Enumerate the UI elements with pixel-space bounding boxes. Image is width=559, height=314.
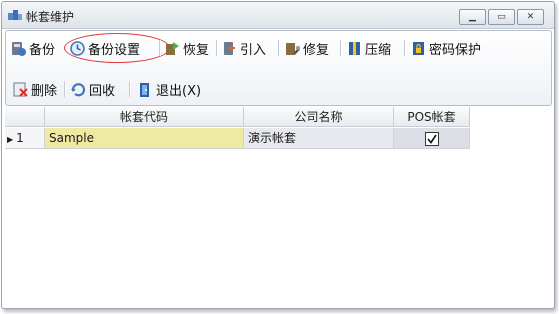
backup-label: 备份 xyxy=(29,42,56,58)
restore-label: 恢复 xyxy=(183,42,210,58)
import-button[interactable]: 引入 xyxy=(221,37,266,59)
row-indicator-header xyxy=(5,107,45,127)
grid-header: 帐套代码 公司名称 POS帐套 xyxy=(5,107,470,127)
delete-label: 删除 xyxy=(31,83,58,99)
toolbar: 备份 备份设置 恢复 引入 修复 压缩 密码保护 删除 回收 退出(X) xyxy=(5,30,552,106)
row-number: 1 xyxy=(16,131,24,145)
delete-icon xyxy=(13,82,28,97)
exit-label: 退出(X) xyxy=(156,83,202,99)
column-header-pos[interactable]: POS帐套 xyxy=(394,107,470,127)
separator xyxy=(216,40,218,56)
import-label: 引入 xyxy=(240,42,267,58)
table-row[interactable]: ▶ 1 Sample 演示帐套 xyxy=(5,128,470,149)
recycle-label: 回收 xyxy=(89,83,116,99)
restore-icon xyxy=(166,41,179,55)
separator xyxy=(129,81,131,97)
cell-pos[interactable] xyxy=(394,128,470,149)
recycle-icon xyxy=(71,82,86,96)
window-title: 帐套维护 xyxy=(26,10,75,24)
checkbox-checked-icon[interactable] xyxy=(424,131,439,146)
password-protect-button[interactable]: 密码保护 xyxy=(410,37,481,59)
delete-button[interactable]: 删除 xyxy=(12,78,57,100)
recycle-button[interactable]: 回收 xyxy=(70,78,115,100)
row-indicator: ▶ 1 xyxy=(5,128,45,149)
separator xyxy=(404,40,406,56)
repair-button[interactable]: 修复 xyxy=(284,37,329,59)
import-icon xyxy=(224,41,235,55)
separator xyxy=(64,81,66,97)
repair-label: 修复 xyxy=(303,42,330,58)
column-header-company[interactable]: 公司名称 xyxy=(244,107,394,127)
compress-label: 压缩 xyxy=(365,42,392,58)
exit-icon xyxy=(140,82,149,97)
repair-icon xyxy=(286,42,300,55)
column-header-code[interactable]: 帐套代码 xyxy=(45,107,244,127)
minimize-button[interactable]: ▁ xyxy=(459,9,486,25)
current-row-arrow-icon: ▶ xyxy=(7,135,14,144)
separator xyxy=(340,40,342,56)
separator xyxy=(278,40,280,56)
title-bar: 帐套维护 ▁ ▭ ✕ xyxy=(2,2,554,29)
highlight-circle xyxy=(64,33,170,63)
account-grid: 帐套代码 公司名称 POS帐套 ▶ 1 Sample 演示帐套 xyxy=(5,107,550,306)
cell-company[interactable]: 演示帐套 xyxy=(244,128,394,149)
compress-button[interactable]: 压缩 xyxy=(346,37,391,59)
account-maintenance-window: 帐套维护 ▁ ▭ ✕ 备份 备份设置 恢复 引入 修复 压缩 密码保护 删除 回… xyxy=(1,1,555,309)
password-protect-label: 密码保护 xyxy=(429,42,482,58)
exit-button[interactable]: 退出(X) xyxy=(137,78,201,100)
backup-button[interactable]: 备份 xyxy=(10,37,55,59)
close-button[interactable]: ✕ xyxy=(517,9,544,25)
maximize-button[interactable]: ▭ xyxy=(488,9,515,25)
separator xyxy=(159,40,161,56)
compress-icon xyxy=(349,41,360,55)
restore-button[interactable]: 恢复 xyxy=(164,37,209,59)
cell-code[interactable]: Sample xyxy=(45,128,244,149)
app-icon xyxy=(8,10,22,20)
backup-icon xyxy=(12,41,26,56)
password-protect-icon xyxy=(413,41,424,55)
